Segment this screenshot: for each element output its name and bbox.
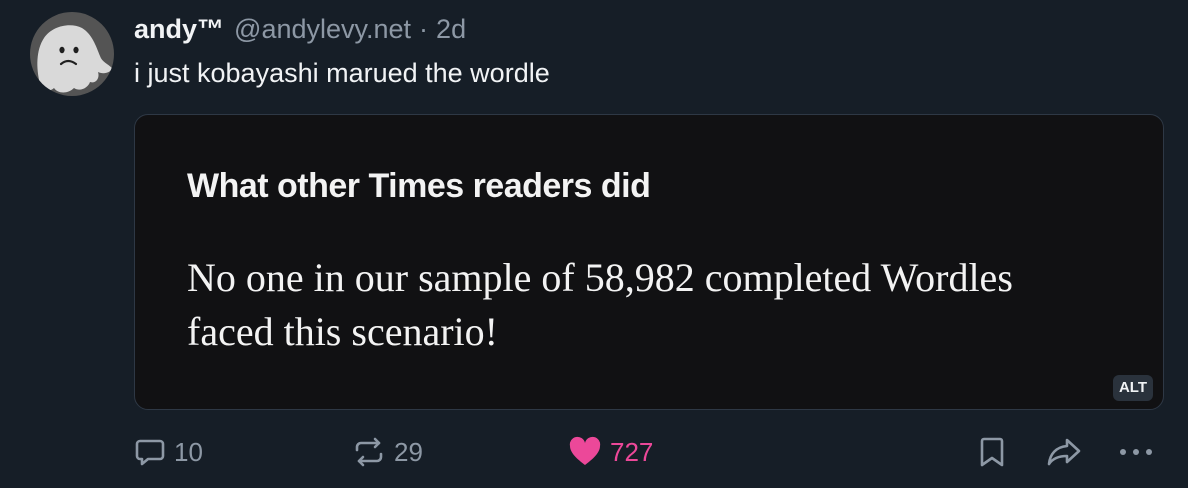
- alt-badge[interactable]: ALT: [1112, 375, 1153, 401]
- reply-count: 10: [174, 436, 203, 467]
- post-text: i just kobayashi marued the wordle: [134, 58, 550, 88]
- bookmark-icon: [980, 437, 1004, 467]
- bookmark-button[interactable]: [978, 433, 1006, 471]
- handle[interactable]: @andylevy.net: [234, 14, 411, 45]
- post: andy™ @andylevy.net · 2d i just kobayash…: [0, 0, 1188, 488]
- share-button[interactable]: [1046, 433, 1082, 471]
- separator: ·: [419, 14, 429, 44]
- post-header: andy™ @andylevy.net · 2d: [134, 14, 466, 48]
- display-name[interactable]: andy™: [134, 14, 224, 45]
- timestamp[interactable]: 2d: [436, 14, 466, 45]
- like-button[interactable]: 727: [568, 433, 653, 471]
- repost-count: 29: [394, 436, 423, 467]
- repost-button[interactable]: 29: [352, 433, 423, 471]
- share-arrow-icon: [1047, 438, 1081, 466]
- speech-bubble-icon: [135, 439, 165, 466]
- image-embed[interactable]: What other Times readers did No one in o…: [134, 114, 1164, 410]
- heart-icon: [569, 436, 601, 465]
- embed-body: No one in our sample of 58,982 completed…: [187, 255, 1013, 354]
- ellipsis-icon: [1120, 449, 1152, 455]
- more-options-button[interactable]: [1118, 433, 1154, 471]
- ghost-icon: [37, 25, 112, 93]
- avatar[interactable]: [30, 12, 114, 96]
- repost-arrows-icon: [355, 437, 383, 467]
- reply-button[interactable]: 10: [134, 433, 203, 471]
- embed-heading: What other Times readers did: [187, 167, 651, 205]
- like-count: 727: [610, 436, 654, 467]
